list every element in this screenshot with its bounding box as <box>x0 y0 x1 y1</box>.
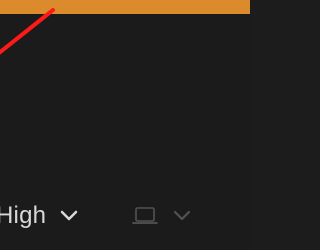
quality-label: High <box>0 202 47 229</box>
chevron-down-icon <box>60 210 78 222</box>
app-screen: High <box>0 0 250 250</box>
device-chevron-down-icon <box>173 210 191 222</box>
quality-dropdown[interactable]: High <box>0 196 78 236</box>
window-top-bar <box>0 0 250 14</box>
bottom-toolbar: High <box>0 196 250 236</box>
output-device-dropdown[interactable] <box>131 199 191 233</box>
laptop-icon <box>131 205 159 227</box>
